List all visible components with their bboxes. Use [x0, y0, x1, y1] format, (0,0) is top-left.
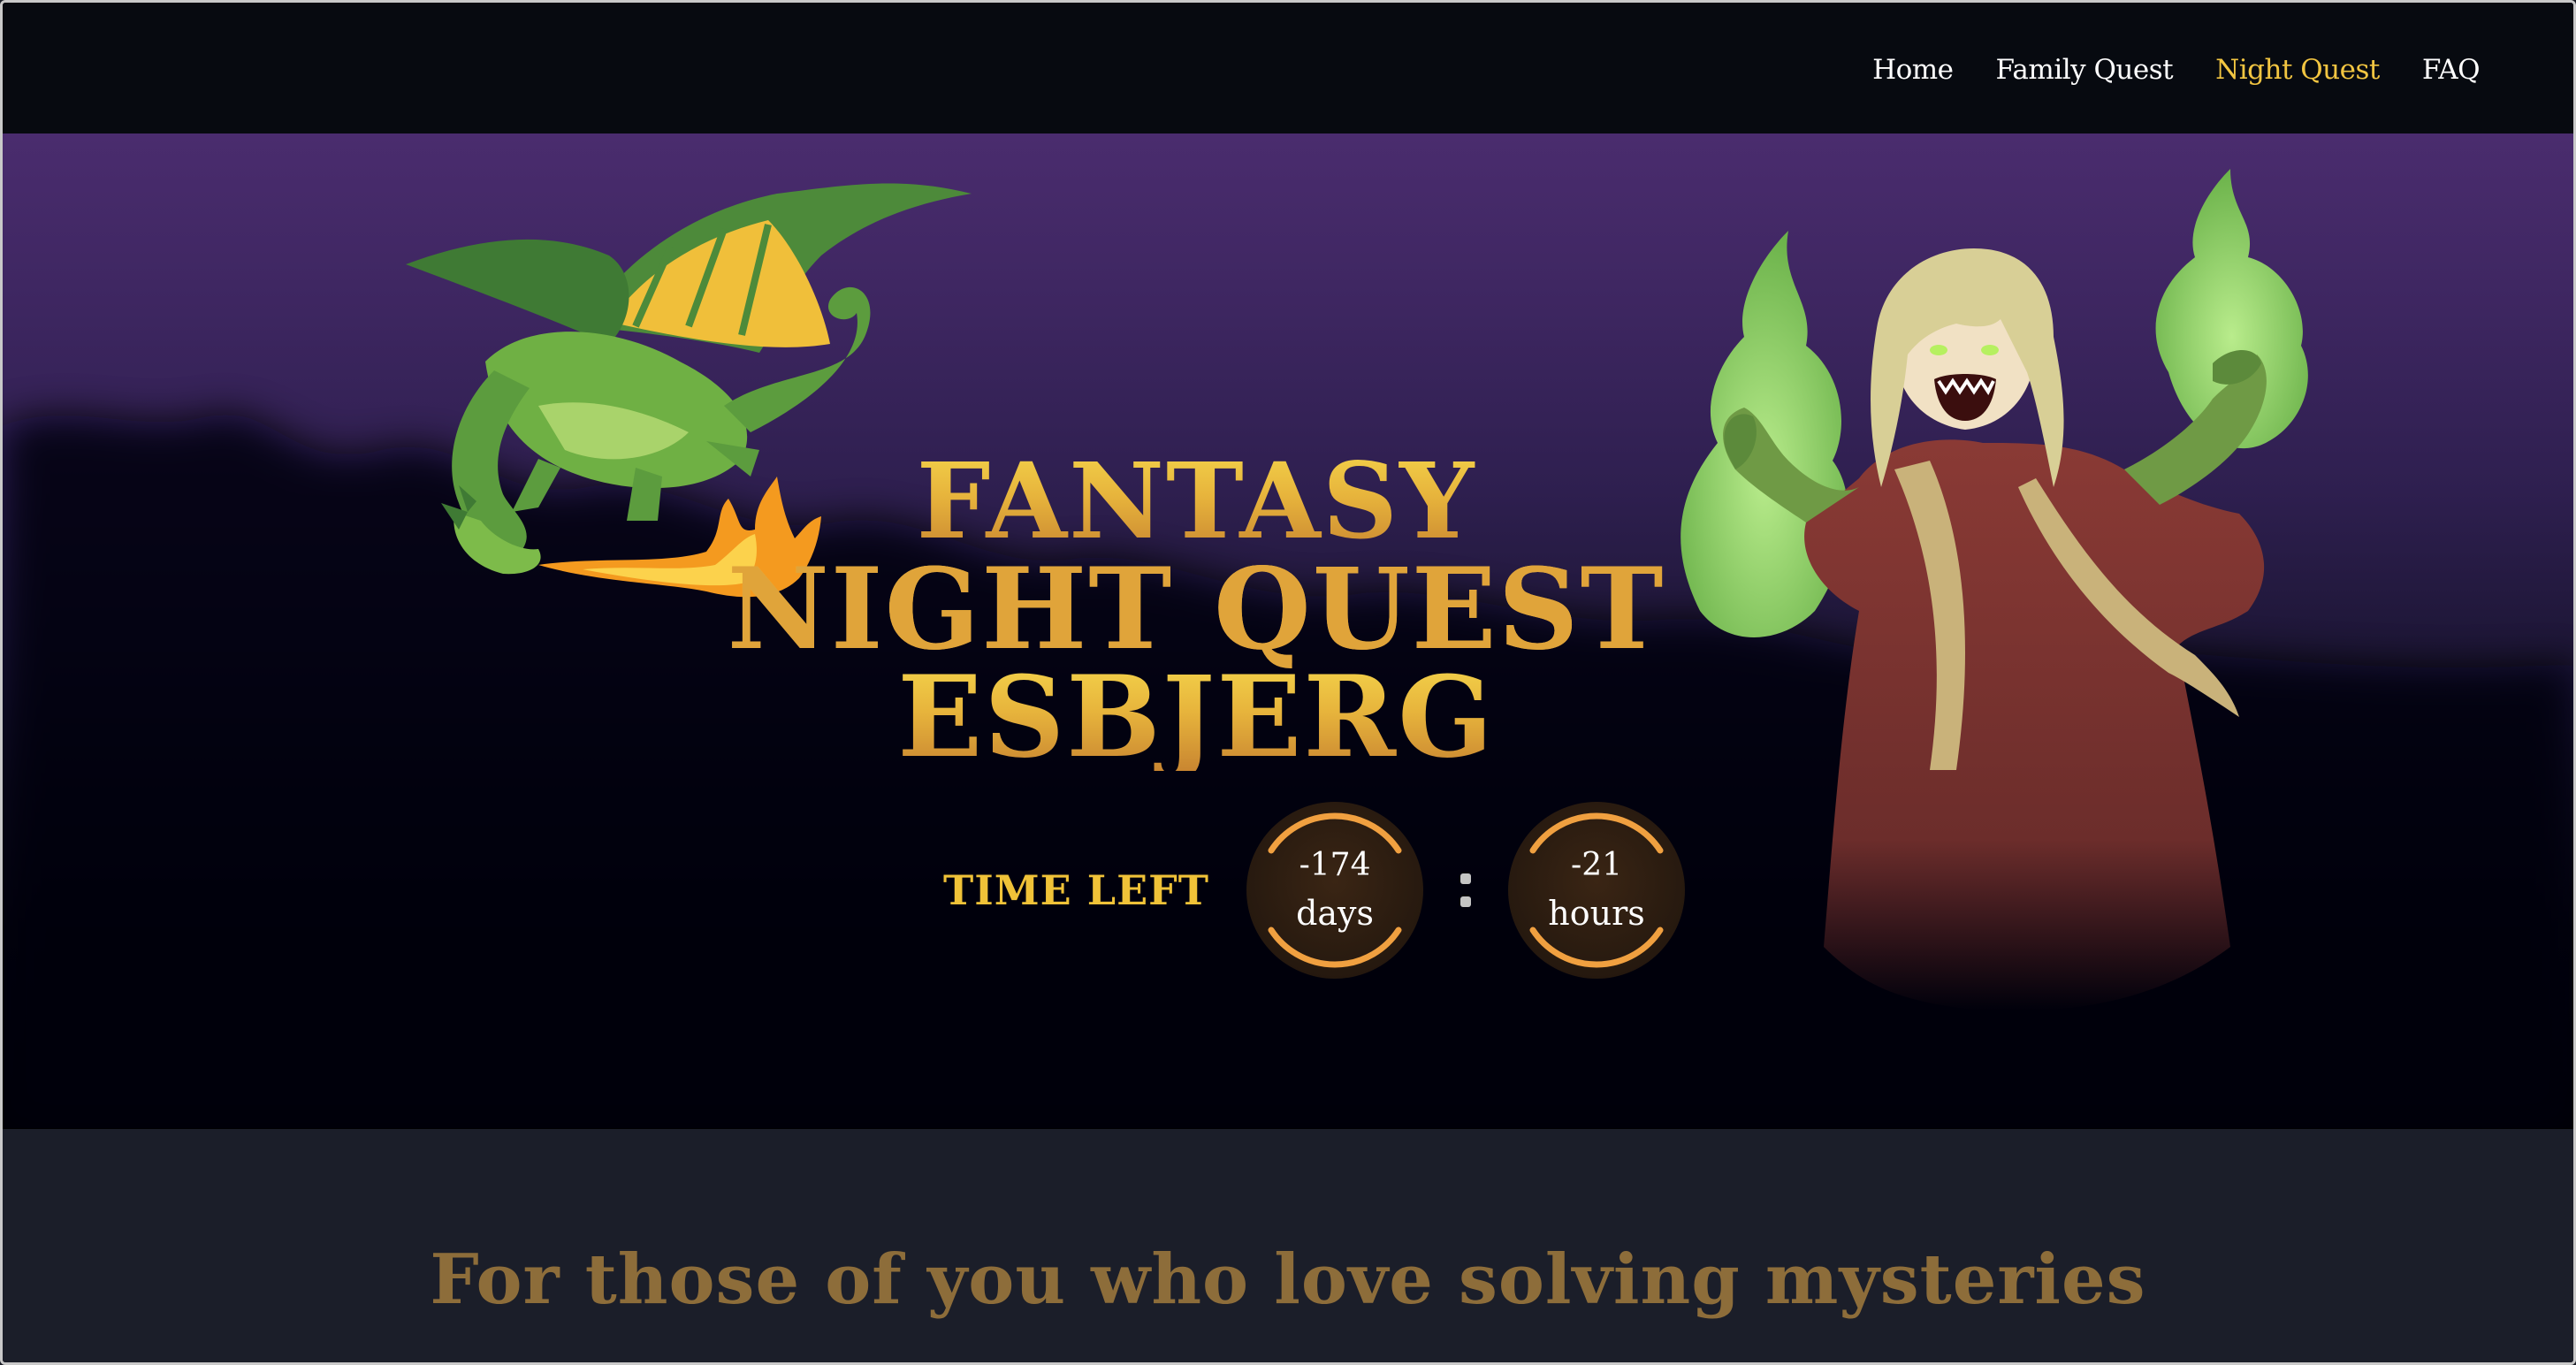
nav-home[interactable]: Home [1872, 54, 1954, 86]
hero-title: FANTASY NIGHT QUEST ESBJERG [3, 447, 2389, 774]
intro-band: For those of you who love solving myster… [3, 1129, 2573, 1362]
countdown-ring [1268, 812, 1402, 968]
title-line-fantasy: FANTASY [3, 447, 2389, 555]
title-line-esbjerg: ESBJERG [3, 661, 2389, 773]
page-frame: Home Family Quest Night Quest FAQ FANTAS… [0, 0, 2576, 1365]
title-line-night-quest: NIGHT QUEST [3, 553, 2389, 665]
nav-faq[interactable]: FAQ [2422, 54, 2481, 86]
countdown-ring [1529, 812, 1664, 968]
countdown-days: -174 days [1246, 802, 1424, 979]
tagline: For those of you who love solving myster… [430, 1239, 2146, 1320]
nav-family-quest[interactable]: Family Quest [1996, 54, 2174, 86]
main-nav: Home Family Quest Night Quest FAQ [1872, 54, 2480, 86]
countdown-separator [1423, 873, 1508, 907]
countdown-hours: -21 hours [1508, 802, 1686, 979]
hero-section: FANTASY NIGHT QUEST ESBJERG TIME LEFT -1… [3, 133, 2573, 1129]
countdown: TIME LEFT -174 days -21 hours [943, 802, 1686, 979]
countdown-label: TIME LEFT [943, 866, 1210, 914]
nav-night-quest[interactable]: Night Quest [2215, 54, 2380, 86]
top-navbar: Home Family Quest Night Quest FAQ [3, 3, 2573, 133]
